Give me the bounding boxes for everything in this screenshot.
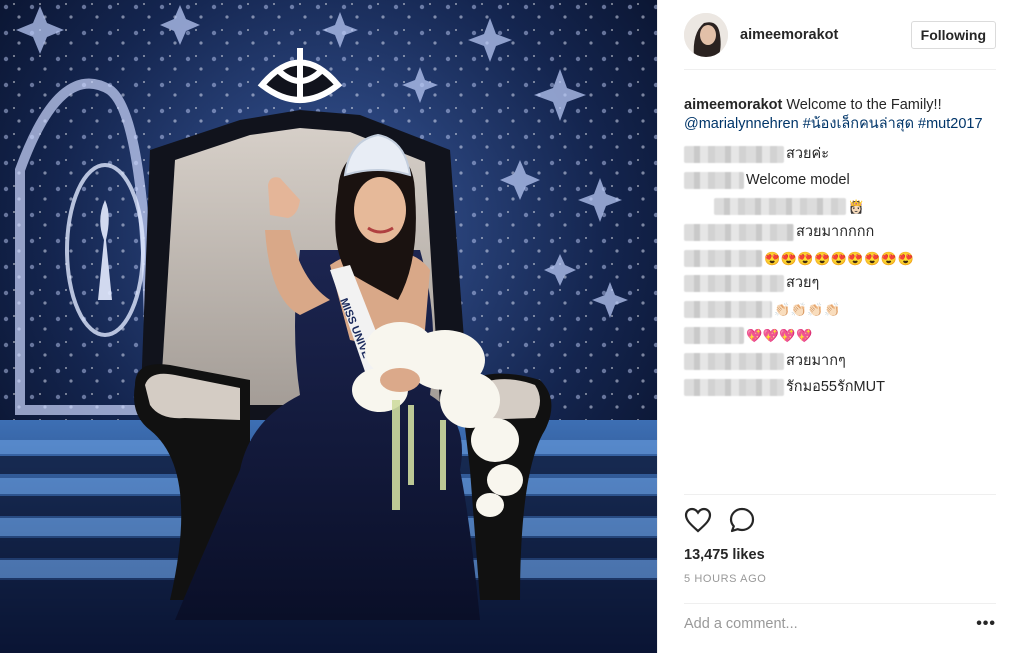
blurred-username	[684, 301, 772, 319]
comment-row: 👸🏻	[684, 194, 998, 220]
comment-row: Welcome model	[684, 168, 998, 194]
post-header: aimeemorakot Following	[684, 12, 996, 70]
post-timestamp[interactable]: 5 HOURS AGO	[684, 573, 996, 585]
header-username[interactable]: aimeemorakot	[740, 27, 911, 43]
comment-input[interactable]	[684, 615, 964, 632]
more-options-icon[interactable]: •••	[976, 615, 996, 633]
comment-row: 👏🏻👏🏻👏🏻👏🏻	[684, 297, 998, 323]
caption-username[interactable]: aimeemorakot	[684, 97, 782, 113]
blurred-username	[684, 275, 784, 293]
blurred-username	[714, 197, 846, 215]
avatar-image	[684, 12, 728, 57]
comment-text: รักมอ55รักMUT	[786, 378, 885, 395]
likes-count[interactable]: 13,475 likes	[684, 547, 996, 563]
comment-row: 💖💖💖💖	[684, 323, 998, 349]
blurred-username	[684, 326, 744, 344]
add-comment-bar: •••	[684, 603, 996, 643]
comment-text: สวยๆ	[786, 275, 820, 292]
post-caption: aimeemorakot Welcome to the Family!! @ma…	[684, 96, 998, 134]
comment-emoji: 💖💖💖💖	[746, 327, 813, 343]
comment-row: สวยค่ะ	[684, 142, 998, 168]
comment-row: รักมอ55รักMUT	[684, 374, 998, 400]
blurred-username	[684, 378, 784, 396]
action-icons	[684, 505, 996, 535]
caption-mention[interactable]: @marialynnehren	[684, 116, 799, 132]
comment-text: Welcome model	[746, 172, 850, 189]
comment-emoji: 😍😍😍😍😍😍😍😍😍	[764, 250, 915, 266]
comment-text: สวยมากๆ	[786, 352, 846, 369]
post-photo[interactable]: MISS UNIVE	[0, 0, 657, 653]
comment-row: สวยๆ	[684, 271, 998, 297]
comment-row: 😍😍😍😍😍😍😍😍😍	[684, 245, 998, 271]
post-actions: 13,475 likes 5 HOURS AGO	[684, 494, 996, 585]
blurred-username	[684, 223, 794, 241]
comment-row: สวยมากกกก	[684, 219, 998, 245]
blurred-username	[684, 146, 784, 164]
comment-emoji: 👏🏻👏🏻👏🏻👏🏻	[774, 302, 841, 318]
comment-row: สวยมากๆ	[684, 348, 998, 374]
comment-emoji: 👸🏻	[848, 198, 865, 214]
post-image: MISS UNIVE	[0, 0, 657, 653]
blurred-username	[684, 249, 762, 267]
following-button[interactable]: Following	[910, 20, 996, 49]
caption-hashtag[interactable]: #น้องเล็กคนล่าสุด	[803, 116, 914, 132]
avatar[interactable]	[684, 12, 728, 57]
caption-hashtag[interactable]: #mut2017	[918, 116, 983, 132]
blurred-username	[684, 352, 784, 370]
comment-icon[interactable]	[728, 506, 756, 534]
comment-text: สวยมากกกก	[796, 223, 875, 240]
heart-icon[interactable]	[684, 507, 712, 533]
blurred-username	[684, 172, 744, 190]
caption-text: Welcome to the Family!!	[786, 97, 942, 113]
post-sidebar: aimeemorakot Following aimeemorakot Welc…	[657, 0, 1022, 653]
comments-section: aimeemorakot Welcome to the Family!! @ma…	[684, 96, 998, 400]
comment-text: สวยค่ะ	[786, 146, 829, 163]
